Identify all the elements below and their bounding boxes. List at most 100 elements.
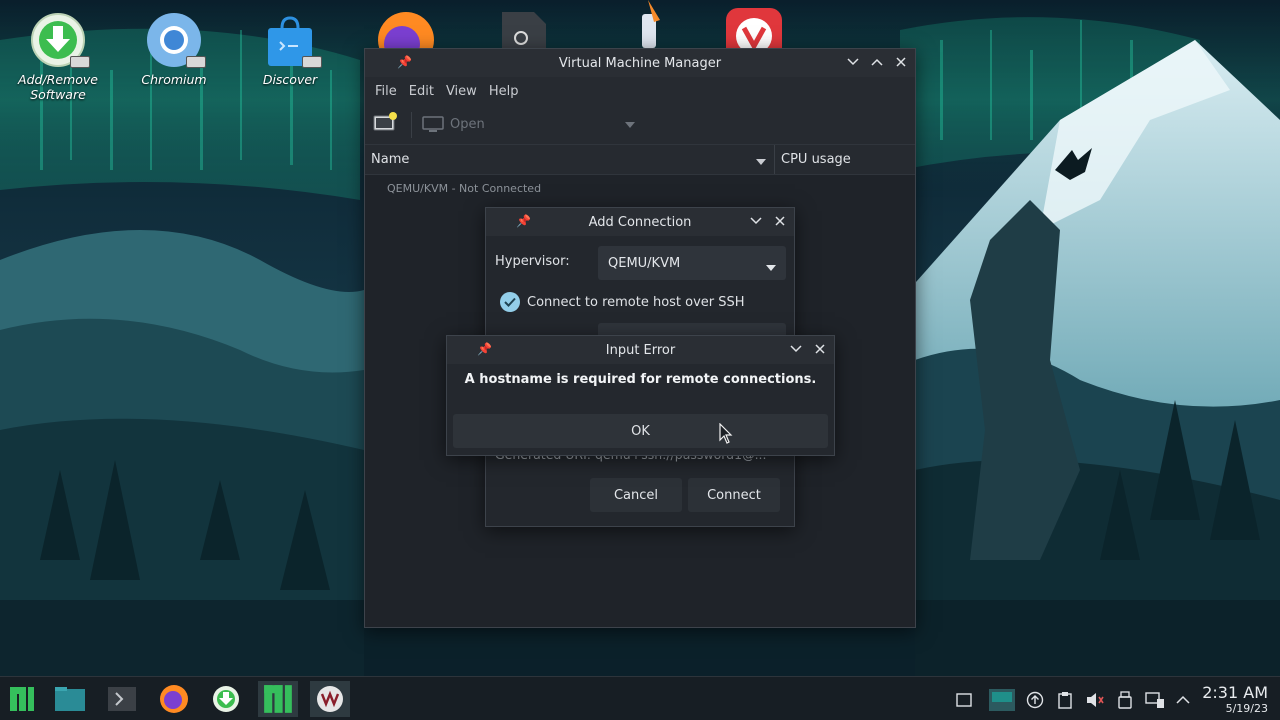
taskbar-file-manager[interactable] <box>50 681 90 717</box>
column-cpu-header[interactable]: CPU usage <box>775 152 851 167</box>
link-badge-icon <box>70 56 90 68</box>
vmm-titlebar[interactable]: 📌 Virtual Machine Manager <box>365 49 915 77</box>
checkmark-icon <box>504 297 516 307</box>
cancel-button[interactable]: Cancel <box>590 478 682 512</box>
desktop-icon-label: Chromium <box>141 72 207 87</box>
close-icon <box>815 344 825 354</box>
tray-updates[interactable] <box>1024 689 1046 711</box>
close-icon <box>896 57 906 67</box>
manjaro-logo-icon <box>264 685 292 713</box>
sort-arrow-icon <box>756 154 766 169</box>
clock-date: 5/19/23 <box>1225 702 1268 715</box>
pin-icon[interactable]: 📌 <box>477 342 492 356</box>
open-button[interactable]: Open <box>422 115 485 134</box>
open-dropdown-button[interactable] <box>624 117 635 132</box>
manjaro-logo-icon <box>10 687 34 711</box>
link-badge-icon <box>186 56 206 68</box>
window-title: Virtual Machine Manager <box>558 55 722 71</box>
tray-pager[interactable] <box>988 689 1016 711</box>
add-connection-titlebar[interactable]: 📌 Add Connection <box>486 208 794 236</box>
hypervisor-value: QEMU/KVM <box>608 255 681 271</box>
desktop-icon-add-remove-software[interactable]: Add/Remove Software <box>8 0 108 102</box>
dropdown-arrow-icon <box>624 122 635 128</box>
connection-row[interactable]: QEMU/KVM - Not Connected <box>365 175 915 195</box>
clock[interactable]: 2:31 AM 5/19/23 <box>1202 684 1268 716</box>
error-message: A hostname is required for remote connec… <box>464 372 817 387</box>
taskbar-firefox[interactable] <box>154 681 194 717</box>
package-download-icon <box>213 686 239 712</box>
chevron-down-icon <box>750 217 762 225</box>
tray-clipboard[interactable] <box>1054 689 1076 711</box>
folder-icon <box>55 687 85 711</box>
close-button[interactable] <box>812 340 828 358</box>
dialog-title: Add Connection <box>588 214 692 230</box>
new-vm-icon <box>373 111 397 130</box>
chevron-down-icon <box>790 345 802 353</box>
menu-help[interactable]: Help <box>485 84 523 99</box>
taskbar-virt-manager[interactable] <box>310 681 350 717</box>
menu-file[interactable]: File <box>371 84 401 99</box>
tray-show-desktop[interactable] <box>953 689 975 711</box>
hypervisor-select[interactable]: QEMU/KVM <box>598 246 786 280</box>
ssh-checkbox[interactable] <box>500 292 520 312</box>
chevron-up-icon <box>1176 695 1190 704</box>
close-button[interactable] <box>772 212 788 230</box>
desktop-icon-music-partial[interactable] <box>494 0 554 48</box>
application-launcher-button[interactable] <box>2 681 42 717</box>
clock-time: 2:31 AM <box>1202 683 1268 702</box>
terminal-icon <box>108 687 136 711</box>
desktop-icon-cleaner-partial[interactable] <box>618 0 678 48</box>
audio-file-icon <box>502 12 546 48</box>
firefox-icon <box>378 12 434 48</box>
tray-network[interactable] <box>1144 689 1166 711</box>
column-name-header[interactable]: Name <box>365 145 775 174</box>
volume-muted-icon <box>1087 693 1104 707</box>
broom-icon <box>642 0 660 48</box>
close-icon <box>775 216 785 226</box>
input-error-titlebar[interactable]: 📌 Input Error <box>447 336 834 364</box>
pin-icon[interactable]: 📌 <box>516 214 531 228</box>
usb-drive-icon <box>1118 691 1132 709</box>
taskbar-add-remove-software[interactable] <box>206 681 246 717</box>
desktop-icon-vivaldi-partial[interactable] <box>724 0 784 48</box>
update-arrow-icon <box>1026 691 1044 709</box>
tray-expand-button[interactable] <box>1172 689 1194 711</box>
maximize-button[interactable] <box>869 53 885 71</box>
ssh-checkbox-row[interactable]: Connect to remote host over SSH <box>500 292 745 312</box>
monitor-icon <box>422 115 444 132</box>
chevron-down-icon <box>847 58 859 66</box>
dropdown-arrow-icon <box>766 260 776 275</box>
tray-usb-devices[interactable] <box>1114 689 1136 711</box>
taskbar-manjaro-settings[interactable] <box>258 681 298 717</box>
window-icon <box>956 693 972 707</box>
vivaldi-icon <box>726 8 782 48</box>
ok-button[interactable]: OK <box>453 414 828 448</box>
desktop-icon-label: Discover <box>262 72 318 87</box>
minimize-button[interactable] <box>845 53 861 71</box>
mouse-cursor <box>719 422 733 449</box>
new-vm-button[interactable] <box>373 111 399 138</box>
virtual-desktop-icon <box>989 689 1015 711</box>
menubar: File Edit View Help <box>365 77 915 105</box>
toolbar-separator <box>411 111 412 138</box>
desktop-icon-discover[interactable]: Discover <box>240 0 340 87</box>
pin-icon[interactable]: 📌 <box>397 55 412 69</box>
taskbar-terminal[interactable] <box>102 681 142 717</box>
network-wired-icon <box>1145 692 1164 708</box>
link-badge-icon <box>302 56 322 68</box>
minimize-button[interactable] <box>788 340 804 358</box>
chevron-up-icon <box>871 58 883 66</box>
open-button-label: Open <box>450 117 485 132</box>
taskbar: 2:31 AM 5/19/23 <box>0 676 1280 720</box>
tray-volume[interactable] <box>1084 689 1106 711</box>
desktop-icon-chromium[interactable]: Chromium <box>124 0 224 87</box>
menu-edit[interactable]: Edit <box>405 84 438 99</box>
desktop-icon-label: Add/Remove Software <box>18 72 98 102</box>
connect-button[interactable]: Connect <box>688 478 780 512</box>
clipboard-icon <box>1058 692 1072 709</box>
input-error-dialog: 📌 Input Error A hostname is required for… <box>446 335 835 456</box>
desktop-icon-firefox-partial[interactable] <box>376 0 436 48</box>
close-button[interactable] <box>893 53 909 71</box>
menu-view[interactable]: View <box>442 84 481 99</box>
minimize-button[interactable] <box>748 212 764 230</box>
